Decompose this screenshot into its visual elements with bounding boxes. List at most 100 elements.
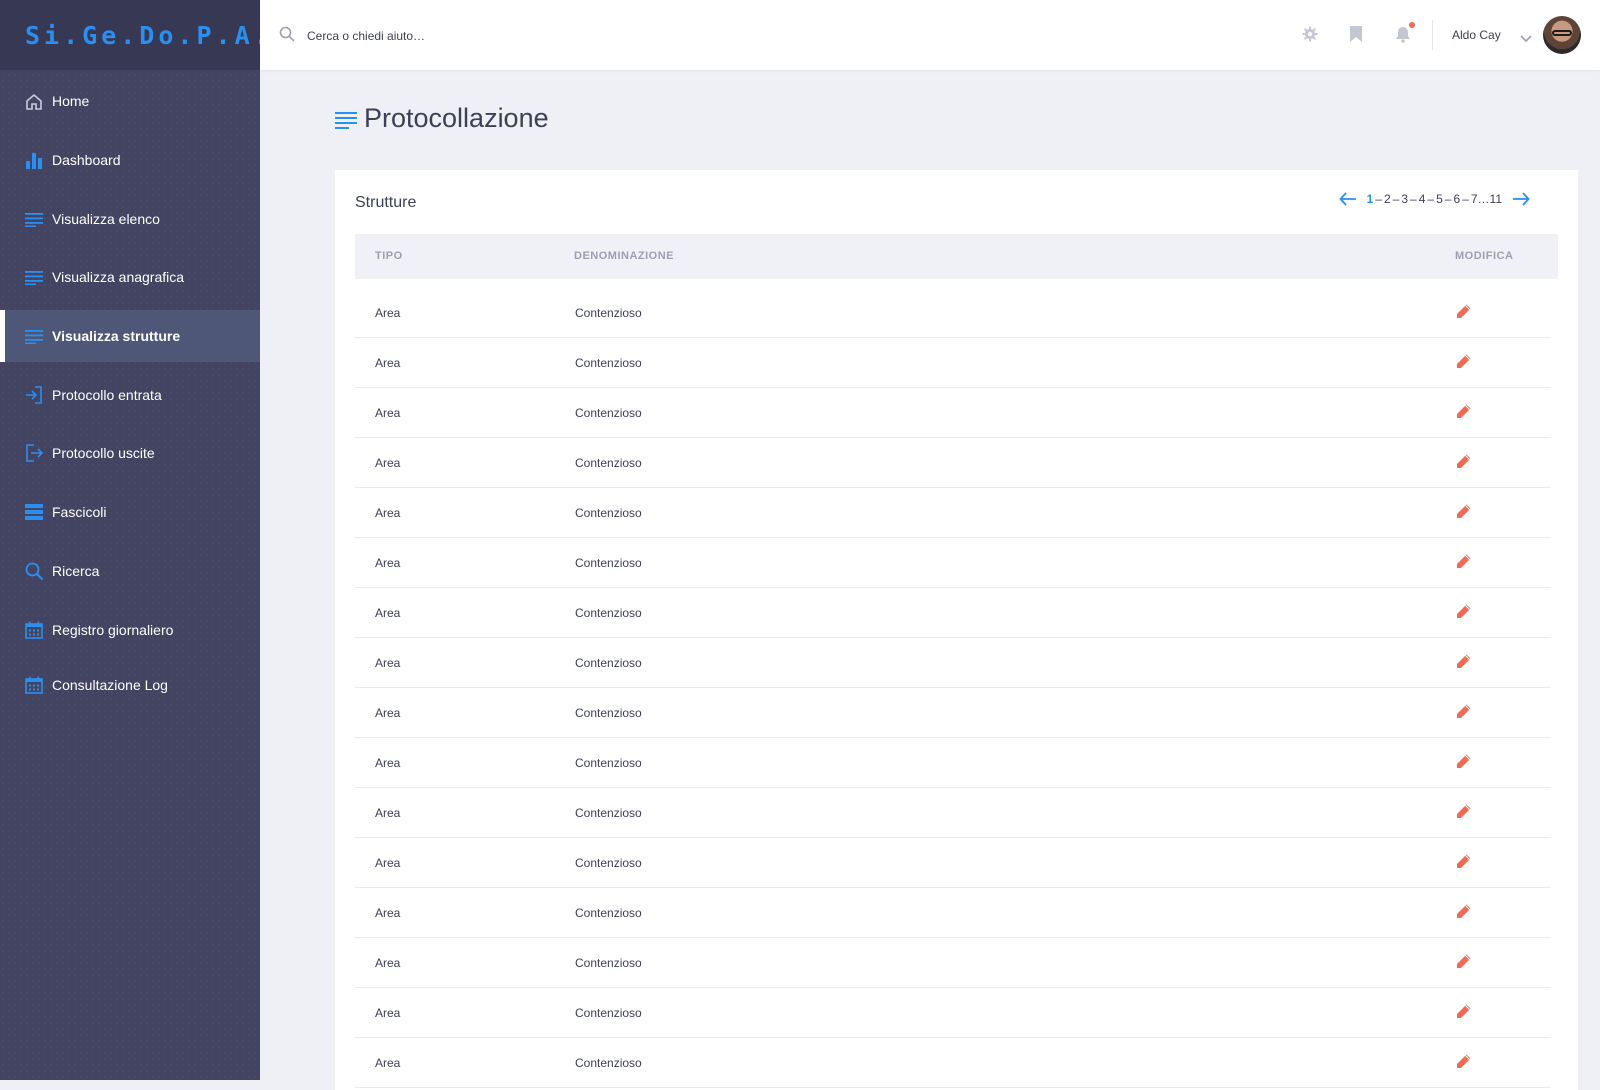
table-row: Area Contenzioso bbox=[355, 687, 1551, 738]
sidebar-item-label: Protocollo uscite bbox=[52, 445, 155, 461]
column-header-tipo[interactable]: TIPO bbox=[375, 250, 403, 262]
table-row: Area Contenzioso bbox=[355, 337, 1551, 388]
cell-tipo: Area bbox=[375, 706, 401, 720]
notification-badge bbox=[1409, 22, 1415, 28]
table-row: Area Contenzioso bbox=[355, 637, 1551, 688]
brand-logo[interactable]: Si.Ge.Do.P.A. bbox=[0, 0, 269, 70]
arrow-left-icon[interactable] bbox=[1338, 192, 1357, 206]
table-row: Area Contenzioso bbox=[355, 987, 1551, 1038]
cell-tipo: Area bbox=[375, 356, 401, 370]
page-link-last[interactable]: 11 bbox=[1490, 192, 1502, 206]
search-input[interactable] bbox=[305, 24, 609, 48]
page-link[interactable]: 5 bbox=[1436, 192, 1443, 206]
cell-tipo: Area bbox=[375, 506, 401, 520]
cell-denominazione: Contenzioso bbox=[575, 556, 642, 570]
page-link[interactable]: 2 bbox=[1384, 192, 1391, 206]
sidebar-item-dashboard[interactable]: Dashboard bbox=[0, 134, 260, 186]
cell-tipo: Area bbox=[375, 556, 401, 570]
divider bbox=[1432, 20, 1433, 50]
cell-denominazione: Contenzioso bbox=[575, 606, 642, 620]
cell-denominazione: Contenzioso bbox=[575, 806, 642, 820]
sidebar-item-visualizza-anagrafica[interactable]: Visualizza anagrafica bbox=[0, 251, 260, 303]
sidebar-item-label: Dashboard bbox=[52, 152, 121, 168]
cell-denominazione: Contenzioso bbox=[575, 756, 642, 770]
cell-denominazione: Contenzioso bbox=[575, 506, 642, 520]
page-link[interactable]: 6 bbox=[1453, 192, 1460, 206]
cell-denominazione: Contenzioso bbox=[575, 306, 642, 320]
edit-icon[interactable] bbox=[1456, 903, 1472, 922]
chevron-down-icon[interactable] bbox=[1520, 30, 1532, 48]
sidebar-item-protocollo-entrata[interactable]: Protocollo entrata bbox=[0, 369, 260, 421]
edit-icon[interactable] bbox=[1456, 753, 1472, 772]
edit-icon[interactable] bbox=[1456, 603, 1472, 622]
edit-icon[interactable] bbox=[1456, 1003, 1472, 1022]
sidebar-item-ricerca[interactable]: Ricerca bbox=[0, 545, 260, 597]
arrow-right-icon[interactable] bbox=[1512, 192, 1530, 206]
cell-denominazione: Contenzioso bbox=[575, 356, 642, 370]
table-row: Area Contenzioso bbox=[355, 1037, 1551, 1088]
table-row: Area Contenzioso bbox=[355, 737, 1551, 788]
cell-denominazione: Contenzioso bbox=[575, 1056, 642, 1070]
search-icon bbox=[24, 561, 44, 581]
edit-icon[interactable] bbox=[1456, 453, 1472, 472]
table-row: Area Contenzioso bbox=[355, 937, 1551, 988]
sidebar-item-protocollo-uscite[interactable]: Protocollo uscite bbox=[0, 427, 260, 479]
edit-icon[interactable] bbox=[1456, 703, 1472, 722]
edit-icon[interactable] bbox=[1456, 803, 1472, 822]
edit-icon[interactable] bbox=[1456, 503, 1472, 522]
sidebar-item-label: Visualizza anagrafica bbox=[52, 269, 185, 285]
edit-icon[interactable] bbox=[1456, 953, 1472, 972]
user-name[interactable]: Aldo Cay bbox=[1452, 28, 1501, 42]
avatar[interactable] bbox=[1543, 16, 1581, 54]
edit-icon[interactable] bbox=[1456, 403, 1472, 422]
sidebar-item-label: Visualizza elenco bbox=[52, 211, 160, 227]
home-icon bbox=[24, 91, 44, 111]
sidebar-item-label: Home bbox=[52, 93, 90, 109]
sidebar-item-label: Registro giornaliero bbox=[52, 622, 174, 638]
page-link[interactable]: 7 bbox=[1471, 192, 1478, 206]
pagination: 1–2–3–4–5–6–7…11 bbox=[1338, 192, 1530, 206]
edit-icon[interactable] bbox=[1456, 653, 1472, 672]
cell-tipo: Area bbox=[375, 406, 401, 420]
cell-denominazione: Contenzioso bbox=[575, 1006, 642, 1020]
cell-tipo: Area bbox=[375, 956, 401, 970]
calendar-icon bbox=[24, 620, 44, 640]
page-list: 1–2–3–4–5–6–7…11 bbox=[1367, 192, 1502, 206]
table-row: Area Contenzioso bbox=[355, 287, 1551, 338]
column-header-denominazione[interactable]: DENOMINAZIONE bbox=[574, 250, 674, 262]
sign-in-icon bbox=[24, 385, 44, 405]
list-icon bbox=[335, 111, 357, 136]
page-link[interactable]: 1 bbox=[1367, 192, 1374, 206]
sidebar-item-registro-giornaliero[interactable]: Registro giornaliero bbox=[0, 604, 260, 656]
table-row: Area Contenzioso bbox=[355, 387, 1551, 438]
bell-icon[interactable] bbox=[1395, 26, 1411, 48]
cell-denominazione: Contenzioso bbox=[575, 856, 642, 870]
sidebar-item-label: Ricerca bbox=[52, 563, 100, 579]
sidebar-item-visualizza-elenco[interactable]: Visualizza elenco bbox=[0, 193, 260, 245]
sidebar-item-visualizza-strutture[interactable]: Visualizza strutture bbox=[0, 310, 260, 362]
edit-icon[interactable] bbox=[1456, 303, 1472, 322]
edit-icon[interactable] bbox=[1456, 553, 1472, 572]
topbar: Aldo Cay bbox=[260, 0, 1600, 70]
gear-icon[interactable] bbox=[1302, 26, 1318, 47]
table-row: Area Contenzioso bbox=[355, 787, 1551, 838]
cell-tipo: Area bbox=[375, 606, 401, 620]
edit-icon[interactable] bbox=[1456, 353, 1472, 372]
list-icon bbox=[24, 267, 44, 287]
cell-denominazione: Contenzioso bbox=[575, 656, 642, 670]
edit-icon[interactable] bbox=[1456, 1053, 1472, 1072]
sidebar-item-label: Consultazione Log bbox=[52, 677, 168, 693]
cell-tipo: Area bbox=[375, 806, 401, 820]
page-ellipsis: … bbox=[1477, 192, 1490, 206]
sidebar-item-fascicoli[interactable]: Fascicoli bbox=[0, 486, 260, 538]
sidebar-item-consultazione-log[interactable]: Consultazione Log bbox=[0, 659, 260, 711]
page-link[interactable]: 3 bbox=[1401, 192, 1408, 206]
page-link[interactable]: 4 bbox=[1419, 192, 1426, 206]
bookmark-icon[interactable] bbox=[1349, 26, 1363, 47]
cell-tipo: Area bbox=[375, 906, 401, 920]
sidebar-item-home[interactable]: Home bbox=[0, 75, 260, 127]
edit-icon[interactable] bbox=[1456, 853, 1472, 872]
page-separator: – bbox=[1392, 192, 1400, 206]
table-header: TIPO DENOMINAZIONE MODIFICA bbox=[355, 234, 1558, 279]
table-row: Area Contenzioso bbox=[355, 887, 1551, 938]
